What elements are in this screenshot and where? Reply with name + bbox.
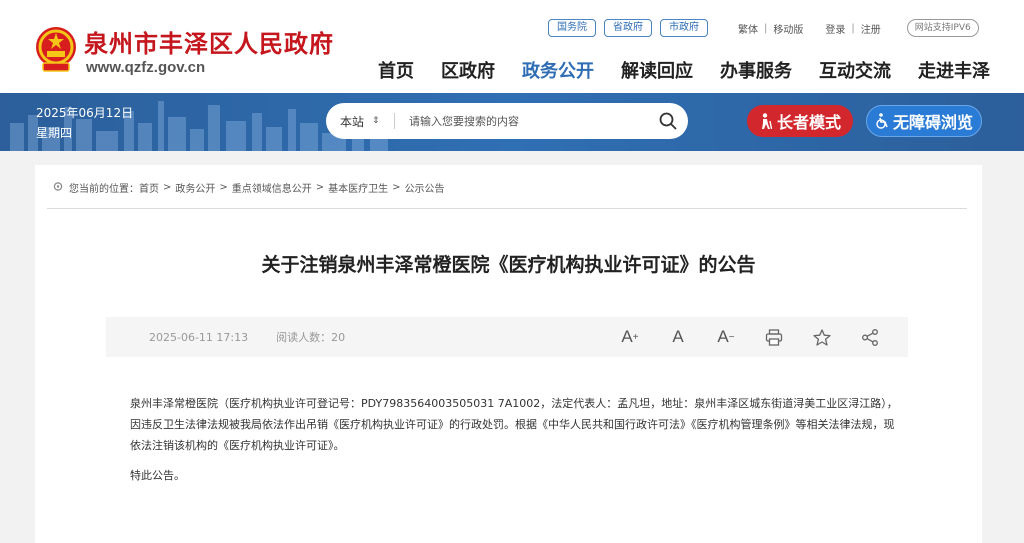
view-count: 阅读人数：20 — [276, 331, 346, 344]
wheelchair-icon — [875, 113, 889, 129]
main-nav: 首页 区政府 政务公开 解读回应 办事服务 互动交流 走进丰泽 — [378, 57, 990, 83]
font-increase-button[interactable]: A + — [606, 317, 654, 357]
accessible-browse-label: 无障碍浏览 — [892, 113, 973, 132]
updown-arrow-icon: ⇕ — [372, 116, 380, 126]
article-paragraph: 特此公告。 — [130, 469, 185, 482]
breadcrumb-gov-affairs[interactable]: 政务公开 — [175, 180, 215, 195]
article-title: 关于注销泉州丰泽常橙医院《医疗机构执业许可证》的公告 — [261, 254, 756, 276]
nav-home[interactable]: 首页 — [378, 57, 414, 83]
register-link[interactable]: 注册 — [861, 21, 881, 36]
current-date: 2025年06月12日 星期四 — [36, 103, 133, 143]
national-emblem-icon — [36, 27, 76, 72]
link-provincial-gov[interactable]: 省政府 — [604, 19, 652, 37]
elder-mode-button[interactable]: 长者模式 — [747, 105, 853, 137]
divider — [47, 208, 967, 209]
site-title[interactable]: 泉州市丰泽区人民政府 — [84, 24, 334, 59]
login-link[interactable]: 登录 — [825, 21, 845, 36]
breadcrumb-notices[interactable]: 公示公告 — [405, 180, 445, 195]
font-default-button[interactable]: A — [654, 317, 702, 357]
search-scope-label: 本站 — [340, 114, 365, 129]
nav-gov-affairs[interactable]: 政务公开 — [522, 57, 594, 83]
nav-interpretation[interactable]: 解读回应 — [621, 57, 693, 83]
share-button[interactable] — [846, 317, 894, 357]
favorite-button[interactable] — [798, 317, 846, 357]
article-tools: A + A A − — [606, 317, 894, 357]
weekday-label: 星期四 — [36, 126, 73, 140]
article-meta-bar: 2025-06-11 17:13 阅读人数：20 A + A A − — [106, 317, 908, 357]
breadcrumb-basic-healthcare[interactable]: 基本医疗卫生 — [328, 180, 388, 195]
top-links: 国务院 省政府 市政府 繁体 | 移动版 登录 | 注册 网站支持IPV6 — [548, 19, 979, 37]
search-band: 2025年06月12日 星期四 本站 ⇕ 长者模式 — [0, 93, 1024, 151]
accessible-browse-button[interactable]: 无障碍浏览 — [866, 105, 982, 137]
search-button[interactable] — [648, 103, 688, 139]
breadcrumb-separator: > — [392, 182, 401, 193]
publish-date: 2025-06-11 17:13 — [149, 330, 249, 344]
nav-about-fengze[interactable]: 走进丰泽 — [918, 57, 990, 83]
search-icon — [659, 112, 677, 130]
breadcrumb-separator: > — [163, 182, 172, 193]
divider: | — [764, 22, 768, 34]
print-icon — [765, 328, 783, 346]
traditional-chinese-link[interactable]: 繁体 — [738, 21, 758, 36]
search-scope-select[interactable]: 本站 ⇕ — [326, 113, 394, 130]
article-card: 您当前的位置： 首页 > 政务公开 > 重点领域信息公开 > 基本医疗卫生 > … — [35, 165, 982, 543]
divider: | — [851, 22, 855, 34]
nav-services[interactable]: 办事服务 — [720, 57, 792, 83]
share-icon — [862, 328, 878, 346]
breadcrumb-separator: > — [315, 182, 325, 193]
article-paragraph: 泉州丰泽常橙医院（医疗机构执业许可登记号：PDY7983564003505031… — [130, 397, 898, 452]
breadcrumb-home[interactable]: 首页 — [139, 180, 159, 195]
breadcrumb-key-areas[interactable]: 重点领域信息公开 — [232, 180, 312, 195]
elder-person-icon — [759, 113, 773, 129]
link-state-council[interactable]: 国务院 — [548, 19, 596, 37]
article-body: 泉州丰泽常橙医院（医疗机构执业许可登记号：PDY7983564003505031… — [130, 393, 905, 486]
breadcrumb: 您当前的位置： 首页 > 政务公开 > 重点领域信息公开 > 基本医疗卫生 > … — [53, 180, 445, 195]
nav-district-gov[interactable]: 区政府 — [441, 57, 495, 83]
mobile-version-link[interactable]: 移动版 — [773, 21, 803, 36]
font-decrease-button[interactable]: A − — [702, 317, 750, 357]
star-icon — [813, 328, 831, 346]
date-label: 2025年06月12日 — [36, 106, 134, 120]
ipv6-badge: 网站支持IPV6 — [906, 19, 979, 37]
search-box: 本站 ⇕ — [326, 103, 688, 139]
nav-interaction[interactable]: 互动交流 — [819, 57, 891, 83]
search-input[interactable] — [409, 114, 648, 128]
elder-mode-label: 长者模式 — [776, 113, 841, 132]
print-button[interactable] — [750, 317, 798, 357]
breadcrumb-prefix: 您当前的位置： — [69, 184, 139, 195]
breadcrumb-separator: > — [219, 182, 228, 193]
divider — [394, 113, 395, 129]
site-url[interactable]: www.qzfz.gov.cn — [86, 59, 205, 76]
site-header: 泉州市丰泽区人民政府 www.qzfz.gov.cn 国务院 省政府 市政府 繁… — [0, 0, 1024, 93]
location-icon — [53, 182, 63, 193]
link-city-gov[interactable]: 市政府 — [660, 19, 708, 37]
